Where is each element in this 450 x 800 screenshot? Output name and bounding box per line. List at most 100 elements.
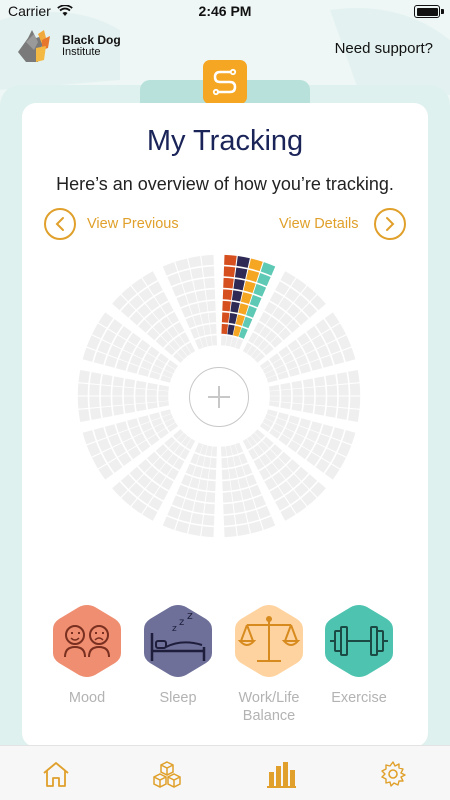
tracking-segment	[320, 355, 334, 368]
need-support-link[interactable]: Need support?	[335, 40, 433, 57]
balance-scale-icon	[235, 605, 303, 677]
tracking-segment	[336, 407, 349, 420]
tracking-segment	[104, 424, 118, 437]
category-work-life-balance[interactable]: Work/Life Balance	[233, 603, 305, 724]
tracking-segment	[268, 401, 280, 408]
tracking-segment-filled	[224, 254, 237, 266]
tracking-segment	[221, 469, 230, 480]
route-s-icon	[212, 68, 237, 96]
tracking-segment	[202, 266, 215, 278]
tracking-segment	[315, 396, 326, 406]
category-mood[interactable]: Mood	[51, 603, 123, 706]
tracking-segment	[292, 388, 303, 396]
tracking-segment	[104, 355, 118, 368]
home-icon	[43, 762, 69, 787]
tab-tracking[interactable]	[266, 760, 296, 788]
tracking-segment-filled	[234, 267, 248, 280]
tracking-segment	[195, 290, 207, 302]
tracking-segment	[158, 384, 170, 391]
tab-home[interactable]	[41, 760, 71, 788]
tracking-segment	[146, 389, 157, 396]
tracking-segment-filled	[233, 278, 245, 291]
bar-chart-icon	[267, 762, 296, 788]
tracking-segment	[101, 406, 113, 418]
tracking-segment	[336, 372, 349, 385]
tracking-segment	[208, 469, 217, 480]
tracking-segment	[269, 390, 280, 396]
tracking-segment	[175, 258, 190, 272]
tracking-segment	[78, 369, 90, 384]
tracking-segment	[124, 378, 136, 388]
tracking-segment	[123, 387, 135, 396]
tracking-segment	[205, 289, 216, 300]
tracking-segment	[337, 335, 352, 350]
tracking-segment	[240, 488, 253, 500]
add-entry-button[interactable]	[189, 367, 249, 427]
tracking-segment	[204, 503, 215, 515]
tracking-segment	[123, 396, 135, 405]
tracking-segment	[268, 384, 280, 391]
category-exercise[interactable]: Exercise	[323, 603, 395, 706]
tracking-segment	[349, 383, 361, 396]
plus-icon	[208, 386, 230, 408]
tracking-segment	[303, 396, 315, 405]
tracking-segment	[249, 484, 262, 498]
tracking-segment-filled	[243, 280, 256, 294]
tracking-segment	[86, 442, 101, 457]
tracking-segment	[211, 446, 218, 457]
tracking-segment	[325, 406, 337, 418]
category-label: Exercise	[331, 690, 387, 706]
tracking-segment	[349, 396, 361, 409]
tab-settings[interactable]	[378, 760, 408, 788]
category-sleep[interactable]: z z z Sleep	[142, 603, 214, 706]
tracking-segment	[253, 495, 267, 509]
tracking-segment	[302, 404, 314, 414]
chevron-left-icon	[55, 217, 64, 231]
tracking-segment	[326, 396, 338, 407]
tracking-segment	[82, 430, 96, 445]
tracking-segment-filled	[221, 323, 229, 335]
tracking-segment	[280, 382, 291, 390]
tracking-segment	[211, 335, 218, 346]
tracking-segment	[101, 374, 113, 386]
tab-modules[interactable]	[152, 760, 182, 788]
chevron-right-icon	[386, 217, 395, 231]
page-subtitle: Here’s an overview of how you’re trackin…	[56, 174, 394, 194]
svg-text:z: z	[172, 624, 177, 634]
tracking-segment	[348, 369, 360, 384]
tracking-segment	[182, 498, 195, 512]
tracking-segment	[208, 312, 217, 323]
tracking-segment	[78, 408, 90, 423]
tracking-segment	[220, 335, 227, 346]
tracking-segment	[291, 380, 303, 389]
tracking-segment	[190, 512, 204, 525]
tracking-segment	[185, 292, 198, 304]
dog-logo-icon	[18, 30, 50, 62]
tracking-segment	[171, 283, 185, 297]
tracking-segment	[178, 269, 192, 283]
view-previous-button[interactable]	[44, 208, 76, 240]
tracking-segment	[200, 468, 210, 479]
tracking-segment	[281, 389, 292, 396]
tracking-segment	[220, 446, 227, 457]
tracking-segment	[198, 479, 208, 491]
tracking-segment	[302, 378, 314, 388]
tracking-segment	[205, 492, 216, 503]
tracking-segment	[342, 347, 356, 362]
tracking-segment	[193, 501, 205, 514]
tracking-segment-filled	[221, 312, 230, 323]
tracking-segment	[112, 396, 123, 406]
tracking-segment	[146, 396, 157, 403]
tracking-segment	[331, 427, 345, 441]
tracking-segment	[112, 376, 124, 387]
tracking-segment	[326, 385, 338, 396]
tracking-segment	[89, 372, 102, 385]
tracking-segment	[176, 294, 189, 308]
category-label: Sleep	[159, 690, 197, 706]
tracking-segment	[230, 479, 240, 491]
view-details-link[interactable]: View Details	[279, 216, 359, 232]
view-previous-link[interactable]: View Previous	[87, 216, 179, 232]
view-details-button[interactable]	[374, 208, 406, 240]
tracking-segment	[171, 495, 185, 509]
tracking-segment	[222, 492, 233, 503]
